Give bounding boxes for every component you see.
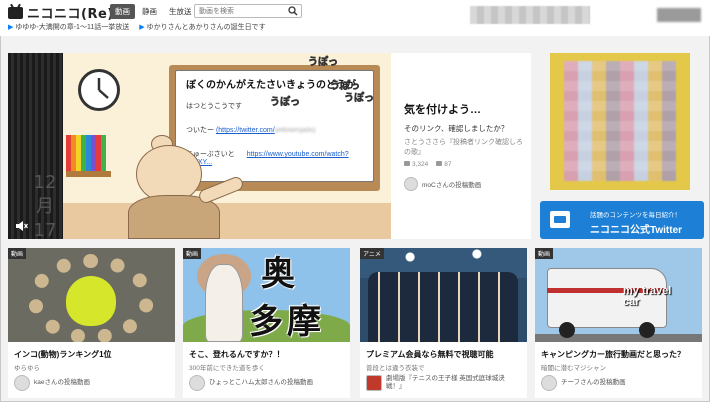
card-subtitle: 普段とは違う衣装で: [366, 365, 425, 372]
card-thumbnail[interactable]: アニメ: [360, 248, 527, 342]
arrow-icon: ▶: [139, 24, 145, 31]
card-subtitle: 300年前にできた道を歩く: [189, 365, 265, 372]
ad-banner[interactable]: [550, 53, 690, 190]
category-badge: 動画: [8, 248, 27, 259]
play-count-icon: [404, 161, 410, 166]
twitter-banner-title: ニコニコ公式Twitter: [590, 225, 683, 236]
tv-icon: [550, 211, 570, 228]
search-icon[interactable]: [288, 6, 298, 16]
card-subtitle: 暗闇に潜むマジシャン: [541, 365, 606, 372]
wheel: [639, 322, 655, 338]
avatar: [14, 375, 30, 391]
card-title[interactable]: プレミアム会員なら無料で視聴可能: [366, 349, 493, 360]
hero-info: 気を付けよう… そのリンク、確認しましたか？ さとうささら『投稿者リンク確認しろ…: [404, 53, 531, 239]
search-input[interactable]: [195, 5, 285, 18]
tv-logo-icon: [8, 6, 23, 19]
card-title[interactable]: キャンピングカー旅行動画だと思った？: [541, 349, 685, 360]
shelf: [66, 171, 111, 177]
video-card[interactable]: 動画 奥 多摩 そこ、登れるんですか？！ 300年前にできた道を歩く ひょっとこ…: [183, 248, 350, 398]
clock-icon: [78, 69, 120, 111]
search-box: [194, 4, 302, 18]
scene-floor: [63, 203, 391, 239]
character: [205, 264, 243, 342]
comment-text: うぽっ: [270, 97, 301, 109]
avatar: [541, 375, 557, 391]
card-thumbnail[interactable]: 動画 my travel car: [535, 248, 702, 342]
thumbnail-title-kanji: 多摩: [249, 302, 325, 342]
van-text: my travel car: [623, 285, 672, 308]
avatar: [366, 375, 382, 391]
user-menu[interactable]: [657, 8, 701, 22]
logo[interactable]: ニコニコ(Re): [8, 3, 114, 22]
wheel: [559, 322, 575, 338]
video-player[interactable]: 12 月 17 ぼくのかんがえたさいきょうのどうが はつとうこうです ついたー …: [8, 53, 391, 239]
category-badge: 動画: [535, 248, 554, 259]
parakeet: [66, 276, 116, 326]
comment-text: うぽっ: [308, 57, 339, 69]
video-card[interactable]: 動画 my travel car キャンピングカー旅行動画だと思った？ 暗闇に潜…: [535, 248, 702, 398]
logo-text: ニコニコ(Re): [27, 7, 114, 22]
comment-text: うぽっ: [344, 93, 375, 105]
card-title[interactable]: そこ、登れるんですか？！: [189, 349, 284, 360]
comment-count: 87: [444, 161, 452, 168]
board-line: ちゅーぶさいと https://www.youtube.com/watch?v=…: [186, 151, 349, 166]
hero-title[interactable]: 気を付けよう…: [404, 101, 481, 117]
arrow-icon: ▶: [8, 24, 14, 31]
board-line: ついたー (https://twitter.com/yellowmjado): [186, 127, 316, 134]
category-badge: アニメ: [360, 248, 384, 259]
hero-subtitle: そのリンク、確認しましたか？: [404, 124, 509, 133]
thumbnail-title-kanji: 奥: [261, 254, 295, 294]
twitter-banner-caption: 話題のコンテンツを毎日紹介！: [590, 212, 681, 219]
ticker-item[interactable]: ▶ ゆゆゆ-大満開の章-1〜11話一挙放送: [8, 22, 129, 32]
nav-tabs: 動画 静画 生放送: [110, 4, 197, 19]
hero: 12 月 17 ぼくのかんがえたさいきょうのどうが はつとうこうです ついたー …: [8, 53, 531, 239]
card-author[interactable]: 劇場版『テニスの王子様 英国式庭球城決戦！』: [366, 375, 521, 391]
avatar: [404, 177, 418, 191]
tab-video[interactable]: 動画: [110, 4, 135, 19]
video-card[interactable]: アニメ プレミアム会員なら無料で視聴可能 普段とは違う衣装で 劇場版『テニスの王…: [360, 248, 527, 398]
category-badge: 動画: [183, 248, 202, 259]
card-title[interactable]: インコ(動物)ランキング1位: [14, 349, 112, 360]
comment-icon: [436, 161, 443, 166]
bookshelf: [66, 135, 106, 171]
card-author[interactable]: kaeさんの投稿動画: [14, 375, 169, 391]
video-card[interactable]: 動画 インコ(動物)ランキング1位 ゆらゆら kaeさんの投稿動画: [8, 248, 175, 398]
tab-image[interactable]: 静画: [137, 4, 162, 19]
hero-stats: 3,324 87: [404, 161, 452, 168]
card-thumbnail[interactable]: 動画 奥 多摩: [183, 248, 350, 342]
hero-author[interactable]: moCさんの投稿動画: [404, 177, 481, 191]
card-author[interactable]: ひょっとこハム太郎さんの投稿動画: [189, 375, 344, 391]
ticker-item[interactable]: ▶ ゆかりさんとあかりさんの誕生日です: [139, 22, 265, 32]
card-author[interactable]: チーフさんの投稿動画: [541, 375, 696, 391]
date-vertical: 12 月 17: [33, 172, 57, 239]
card-thumbnail[interactable]: 動画: [8, 248, 175, 342]
twitter-banner-button[interactable]: 話題のコンテンツを毎日紹介！ ニコニコ公式Twitter: [540, 201, 704, 239]
header: ニコニコ(Re) 動画 静画 生放送 ▶ゆゆゆ-大満開の章-1〜11話一挙放送 …: [0, 0, 710, 36]
group-of-characters: [368, 272, 518, 342]
avatar: [189, 375, 205, 391]
blurred-banner: [470, 6, 590, 24]
ticker: ▶ ゆゆゆ-大満開の章-1〜11話一挙放送 ▶ ゆかりさんとあかりさんの誕生日です: [8, 22, 266, 32]
view-count: 3,324: [412, 161, 429, 168]
mute-icon[interactable]: [16, 221, 28, 231]
tab-live[interactable]: 生放送: [164, 4, 197, 19]
hero-description: さとうささら『投稿者リンク確認しろの歌』: [404, 139, 523, 156]
ad-image: [564, 61, 676, 181]
card-subtitle: ゆらゆら: [14, 365, 40, 372]
